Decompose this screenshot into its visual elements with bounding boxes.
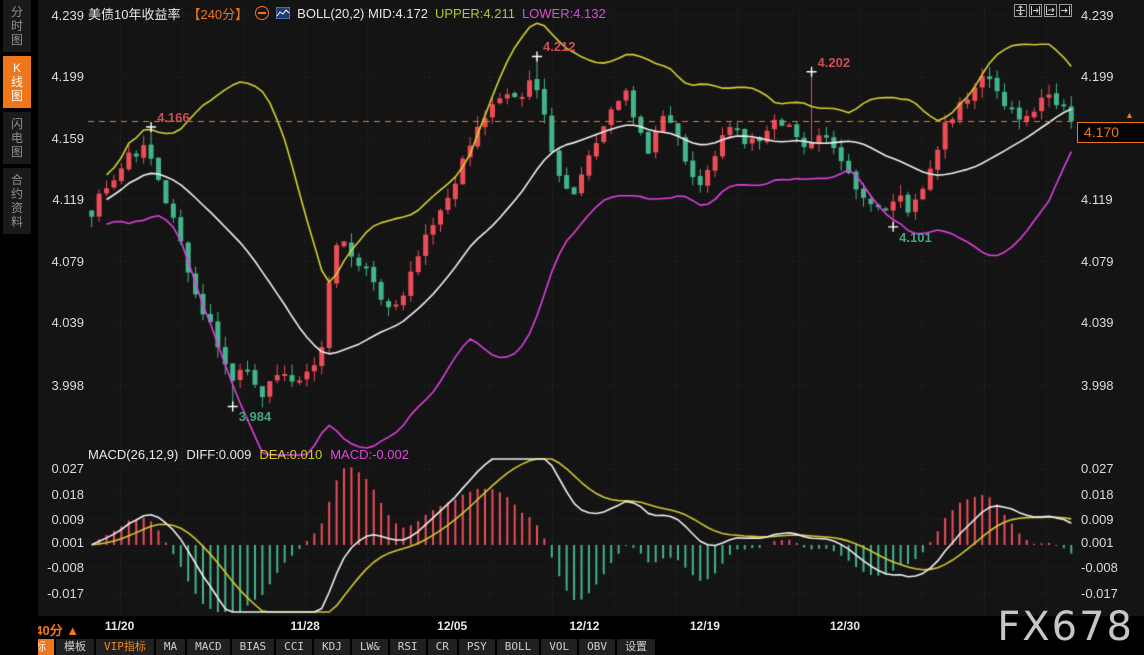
price-axis-label-left: 4.079 — [40, 254, 84, 269]
price-annotation-4.101: 4.101 — [899, 230, 932, 245]
mini-chart-icon[interactable] — [276, 7, 290, 19]
macd-axis-label-right: 0.009 — [1081, 512, 1125, 527]
price-axis-label-left: 4.239 — [40, 8, 84, 23]
fit-x-axis-icon[interactable] — [1029, 4, 1042, 17]
macd-dea-value: DEA:0.010 — [259, 447, 322, 462]
charting-app: 分时图 K线图闪电图合约资料 美债10年收益率 【240分】 BOLL(20,2)… — [0, 0, 1144, 655]
x-axis-tick-1: 11/28 — [290, 619, 319, 633]
sidebar-tab-2[interactable]: 闪电图 — [3, 112, 31, 164]
toolbar-item-3[interactable]: MA — [156, 639, 185, 655]
price-axis-label-right: 4.199 — [1081, 69, 1125, 84]
macd-diff-value: DIFF:0.009 — [186, 447, 251, 462]
price-annotation-3.984: 3.984 — [239, 409, 272, 424]
toolbar-item-13[interactable]: VOL — [541, 639, 577, 655]
boll-mid-value: BOLL(20,2) MID:4.172 — [297, 6, 428, 21]
x-axis-tick-4: 12/19 — [690, 619, 720, 633]
toolbar-item-2[interactable]: VIP指标 — [96, 639, 154, 655]
toolbar-item-14[interactable]: OBV — [579, 639, 615, 655]
chart-header: 美债10年收益率 【240分】 BOLL(20,2) MID:4.172 UPP… — [88, 5, 606, 21]
macd-header: MACD(26,12,9) DIFF:0.009 DEA:0.010 MACD:… — [88, 447, 409, 462]
toolbar-item-12[interactable]: BOLL — [497, 639, 540, 655]
macd-axis-label-left: 0.009 — [40, 512, 84, 527]
toolbar-item-7[interactable]: KDJ — [314, 639, 350, 655]
chart-canvas[interactable] — [0, 0, 1144, 655]
price-axis-label-right: 3.998 — [1081, 378, 1125, 393]
toolbar-item-8[interactable]: LW& — [352, 639, 388, 655]
macd-axis-label-left: -0.017 — [40, 586, 84, 601]
toolbar-item-15[interactable]: 设置 — [617, 639, 655, 655]
time-axis-row: 240分 ▲ 11/2011/2812/0512/1212/1912/30 — [0, 616, 1144, 639]
last-price-arrow-icon: ▲ — [1125, 110, 1134, 120]
move-chart-icon[interactable] — [1014, 4, 1027, 17]
macd-axis-label-right: -0.008 — [1081, 560, 1125, 575]
price-annotation-4.212: 4.212 — [543, 39, 576, 54]
sidebar-tab-1[interactable]: K线图 — [3, 56, 31, 108]
timeframe-label[interactable]: 【240分】 — [187, 4, 248, 23]
macd-axis-label-left: 0.001 — [40, 535, 84, 550]
toolbar-item-1[interactable]: 模板 — [56, 639, 94, 655]
price-axis-label-left: 4.039 — [40, 315, 84, 330]
macd-axis-label-right: 0.018 — [1081, 487, 1125, 502]
price-axis-label-right: 4.039 — [1081, 315, 1125, 330]
macd-params-label: MACD(26,12,9) — [88, 447, 178, 462]
macd-axis-label-right: 0.027 — [1081, 461, 1125, 476]
indicator-toolbar: 指标模板VIP指标MAMACDBIASCCIKDJLW&RSICRPSYBOLL… — [16, 639, 655, 655]
price-axis-label-right: 4.079 — [1081, 254, 1125, 269]
boll-upper-value: UPPER:4.211 — [435, 6, 515, 21]
price-annotation-4.202: 4.202 — [818, 55, 851, 70]
collapse-indicator-icon[interactable] — [255, 6, 269, 20]
x-axis-tick-0: 11/20 — [105, 619, 134, 633]
price-axis-label-left: 4.159 — [40, 131, 84, 146]
toolbar-item-10[interactable]: CR — [428, 639, 457, 655]
toolbar-item-9[interactable]: RSI — [390, 639, 426, 655]
price-axis-label-right: 4.119 — [1081, 192, 1125, 207]
price-axis-label-left: 3.998 — [40, 378, 84, 393]
x-axis-tick-5: 12/30 — [830, 619, 860, 633]
macd-axis-label-left: 0.018 — [40, 487, 84, 502]
last-price-box: 4.170 — [1077, 122, 1144, 143]
toolbar-item-11[interactable]: PSY — [459, 639, 495, 655]
chart-type-sidebar: 分时图 K线图闪电图合约资料 — [0, 0, 38, 655]
price-axis-label-left: 4.199 — [40, 69, 84, 84]
price-annotation-4.166: 4.166 — [157, 110, 190, 125]
boll-lower-value: LOWER:4.132 — [522, 6, 606, 21]
macd-axis-label-right: 0.001 — [1081, 535, 1125, 550]
x-axis-tick-3: 12/12 — [569, 619, 599, 633]
macd-axis-label-right: -0.017 — [1081, 586, 1125, 601]
go-to-latest-icon[interactable] — [1059, 4, 1072, 17]
price-axis-label-left: 4.119 — [40, 192, 84, 207]
macd-hist-value: MACD:-0.002 — [330, 447, 409, 462]
x-axis-tick-2: 12/05 — [437, 619, 467, 633]
sidebar-tab-3[interactable]: 合约资料 — [3, 168, 31, 234]
toolbar-item-6[interactable]: CCI — [276, 639, 312, 655]
chart-window-controls — [1014, 4, 1072, 17]
toolbar-item-4[interactable]: MACD — [187, 639, 230, 655]
toolbar-item-5[interactable]: BIAS — [232, 639, 275, 655]
price-axis-label-right: 4.239 — [1081, 8, 1125, 23]
macd-axis-label-left: 0.027 — [40, 461, 84, 476]
symbol-title: 美债10年收益率 — [88, 4, 180, 23]
watermark: FX678 — [997, 604, 1134, 650]
scroll-right-icon[interactable] — [1044, 4, 1057, 17]
sidebar-tab-0[interactable]: 分时图 — [3, 0, 31, 52]
macd-axis-label-left: -0.008 — [40, 560, 84, 575]
